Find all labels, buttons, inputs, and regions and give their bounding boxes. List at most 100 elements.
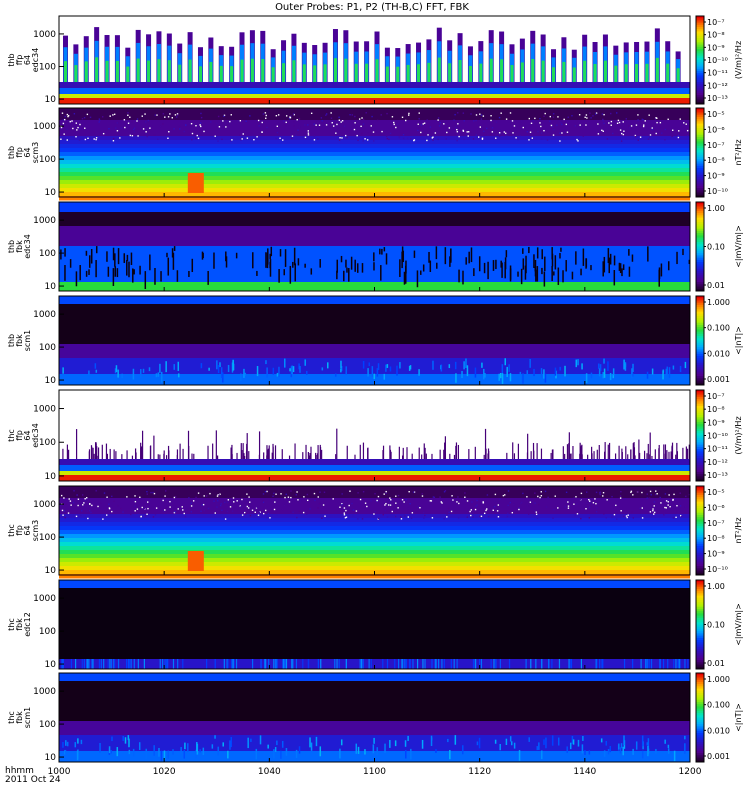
speckle — [476, 504, 478, 506]
speckle — [495, 137, 497, 139]
dropout — [462, 270, 464, 285]
freq-band — [59, 554, 690, 559]
fbk-streak — [283, 659, 285, 669]
spike — [630, 449, 632, 459]
spike — [581, 454, 583, 459]
colorbar-tick-label: 10⁻¹⁰ — [707, 432, 728, 441]
spike — [305, 444, 307, 459]
burst-core — [188, 59, 192, 82]
speckle — [111, 495, 113, 498]
speckle — [616, 518, 618, 520]
speckle — [95, 137, 98, 139]
dropout — [590, 265, 592, 271]
fbk-streak — [394, 740, 397, 747]
fbk-streak — [510, 741, 513, 746]
speckle — [309, 508, 311, 510]
speckle — [159, 125, 162, 128]
fbk-streak — [273, 749, 275, 759]
speckle — [112, 114, 114, 116]
speckle — [491, 127, 494, 129]
speckle — [364, 502, 367, 504]
fbk-streak — [292, 659, 294, 669]
speckle — [282, 139, 284, 141]
dropout — [173, 246, 176, 251]
speckle — [178, 125, 181, 128]
spike — [266, 445, 268, 459]
speckle — [409, 503, 411, 505]
fbk-streak — [130, 659, 132, 669]
colorbar-tick-label: 10⁻⁹ — [707, 172, 725, 181]
freq-band — [59, 168, 690, 173]
fbk-streak — [607, 749, 610, 755]
speckle — [492, 509, 494, 511]
speckle — [502, 494, 505, 497]
speckle — [620, 490, 622, 493]
speckle — [183, 130, 185, 133]
burst-core — [468, 65, 472, 82]
speckle — [499, 129, 502, 132]
spike — [153, 435, 155, 459]
spike — [131, 455, 134, 459]
dropout — [265, 252, 267, 268]
fbk-streak — [494, 659, 497, 669]
speckle — [113, 113, 116, 116]
fbk-streak — [435, 748, 437, 753]
speckle — [91, 504, 93, 507]
speckle — [408, 491, 410, 493]
speckle — [486, 127, 488, 130]
spike — [91, 446, 93, 459]
speckle — [205, 495, 208, 497]
speckle — [419, 507, 421, 509]
fbk-streak — [92, 659, 94, 669]
spike — [425, 453, 427, 459]
burst-core — [105, 60, 109, 82]
speckle — [539, 122, 541, 124]
speckle — [620, 510, 622, 512]
fbk-streak — [535, 659, 537, 669]
burst-column — [478, 41, 484, 82]
spike — [647, 443, 649, 459]
y-tick-label: 1000 — [33, 594, 56, 604]
fbk-streak — [623, 359, 625, 370]
speckle — [437, 138, 439, 141]
speckle — [209, 492, 211, 495]
dropout — [450, 248, 452, 263]
spike — [402, 447, 404, 459]
fbk-band — [59, 721, 690, 735]
colorbar-unit-label: (V/m)²/Hz — [734, 416, 743, 454]
spike — [596, 449, 598, 459]
speckle — [90, 511, 92, 514]
speckle — [675, 516, 677, 519]
burst-core — [230, 66, 234, 82]
fbk-streak — [306, 370, 308, 375]
fbk-streak — [250, 738, 252, 742]
burst-column — [519, 38, 525, 82]
spike — [572, 446, 574, 459]
dropout — [536, 247, 539, 259]
burst-core — [552, 67, 556, 82]
colorbar-thb-ffp-edc34: 10⁻⁷10⁻⁸10⁻⁹10⁻¹⁰10⁻¹¹10⁻¹²10⁻¹³(V/m)²/H… — [695, 15, 743, 105]
colorbar-tick-label: 1.00 — [707, 582, 725, 591]
speckle — [141, 115, 143, 117]
speckle — [594, 113, 597, 115]
burst-core — [666, 63, 670, 82]
dropout — [509, 268, 512, 280]
spike — [651, 455, 653, 459]
fbk-streak — [455, 373, 457, 383]
speckle — [319, 491, 321, 493]
speckle — [354, 115, 356, 118]
speckle — [619, 497, 622, 499]
fbk-streak — [276, 740, 278, 746]
dropout — [399, 259, 401, 277]
fbk-streak — [319, 746, 322, 757]
dropout — [266, 252, 269, 269]
speckle — [102, 510, 105, 512]
speckle — [610, 120, 613, 123]
speckle — [426, 139, 428, 142]
freq-band — [59, 486, 690, 491]
speckle — [398, 137, 400, 139]
panel-thc-ffp-edc34: 101001000thc ffp 64 edc3410⁻⁷10⁻⁸10⁻⁹10⁻¹⁰1… — [7, 389, 743, 482]
fbk-streak — [447, 738, 449, 743]
spectrogram-thc-fbk-scm1 — [59, 673, 690, 762]
speckle — [406, 137, 409, 140]
